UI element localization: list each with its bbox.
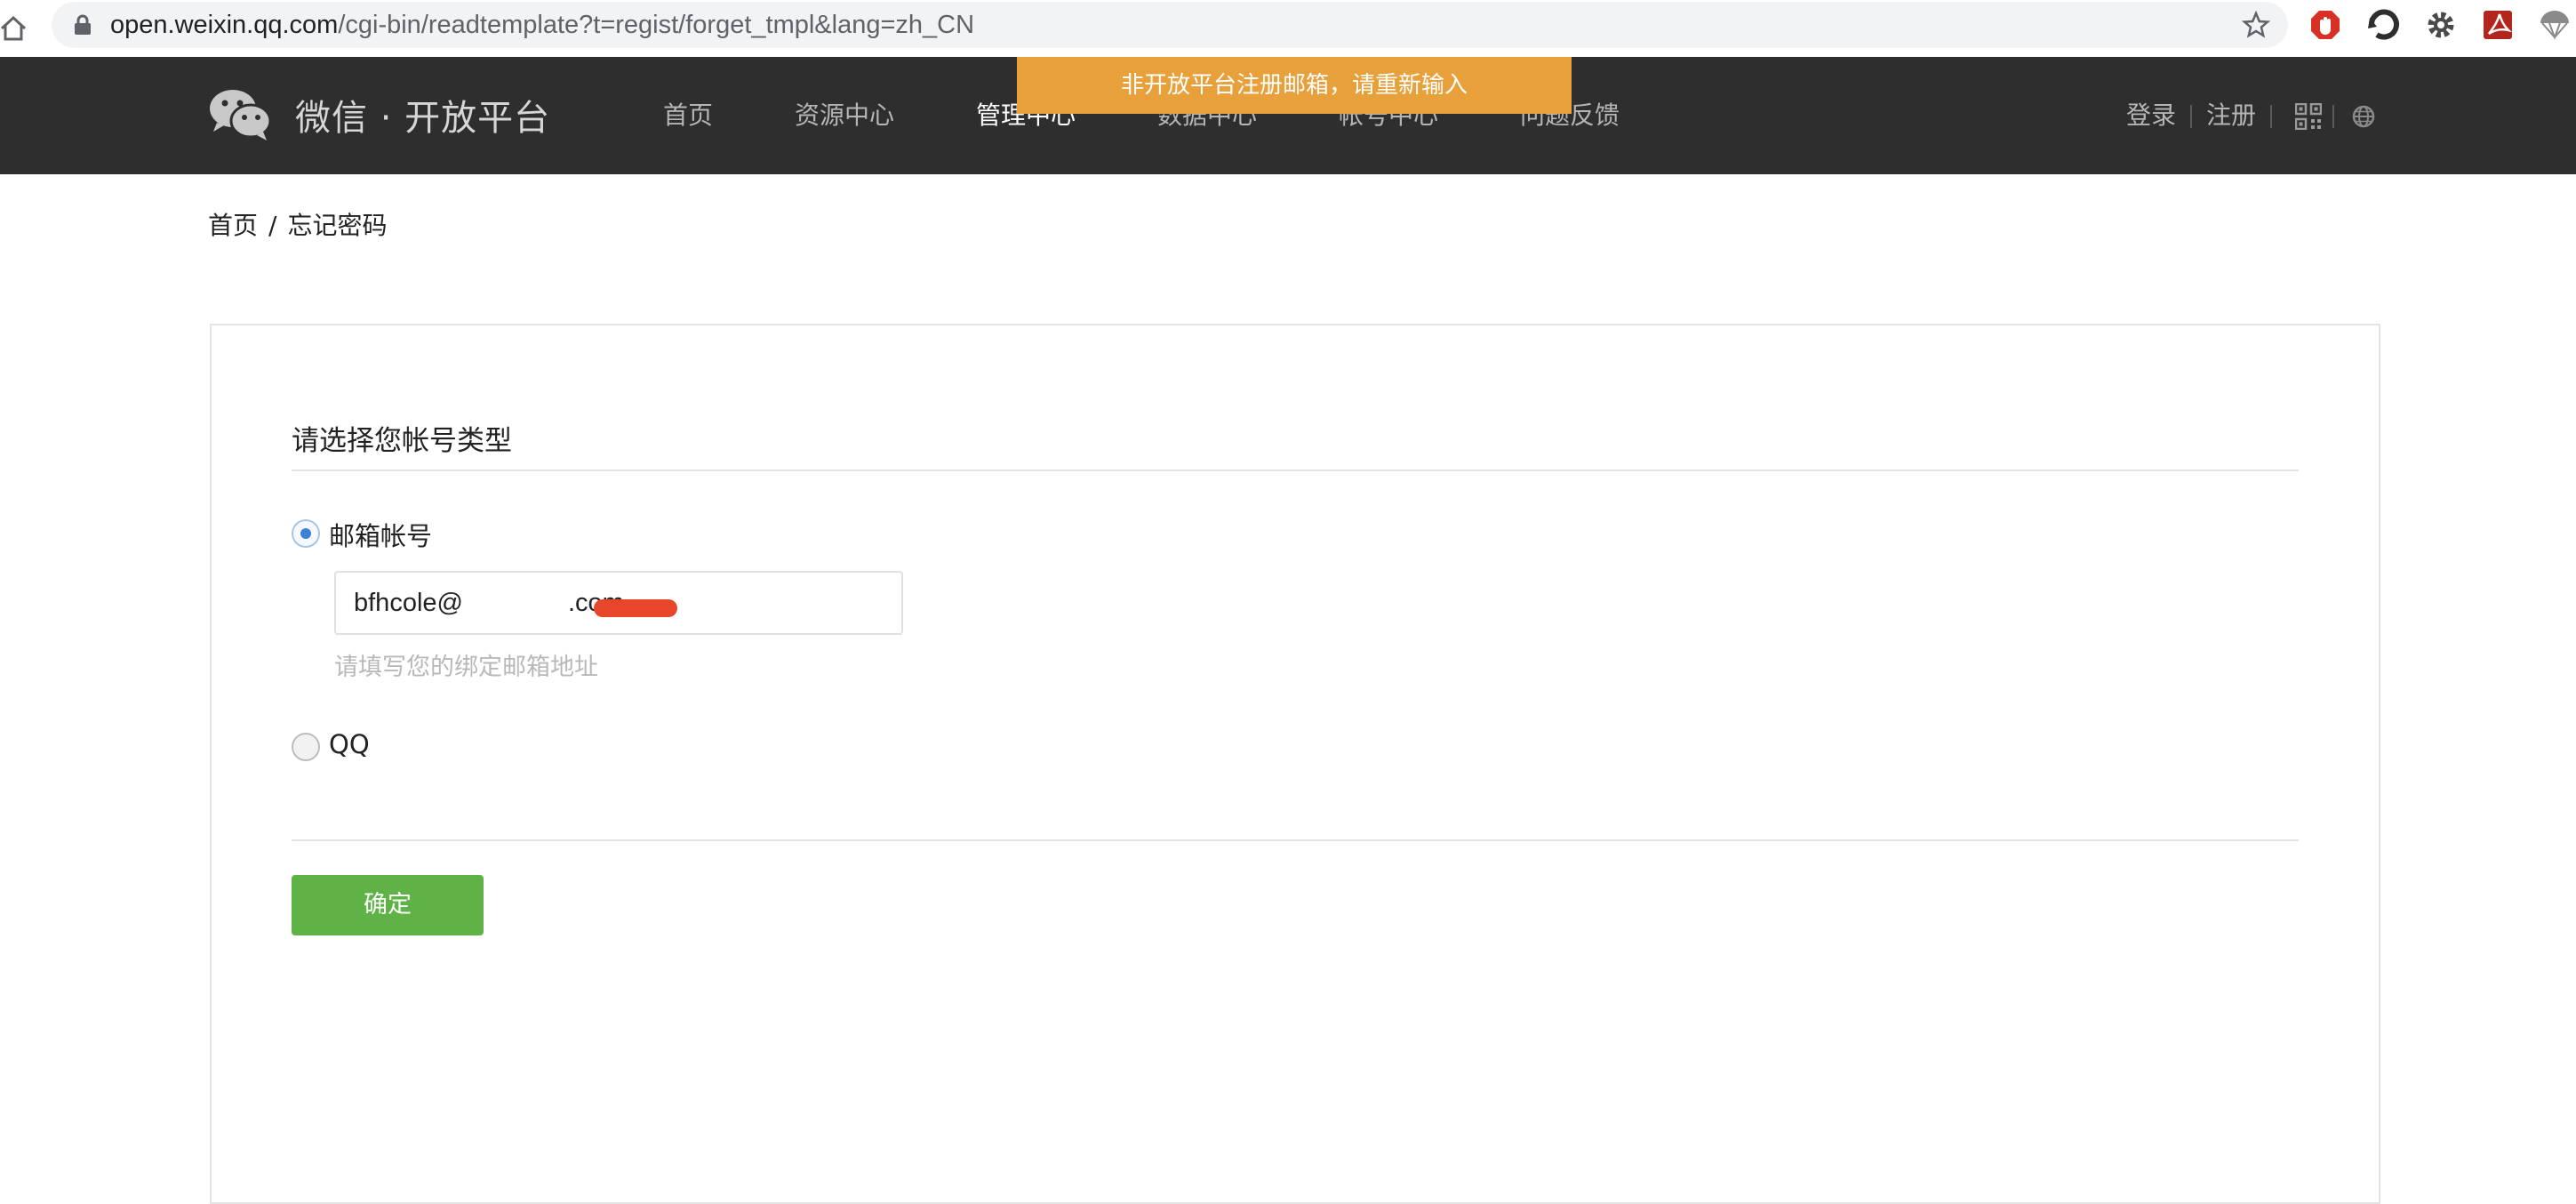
- gear-icon[interactable]: [2425, 9, 2457, 41]
- account-type-title: 请选择您帐号类型: [292, 425, 512, 457]
- site-logo[interactable]: 微信 · 开放平台: [208, 84, 550, 146]
- register-link[interactable]: 注册: [2206, 57, 2256, 174]
- nav-item-resources[interactable]: 资源中心: [795, 57, 894, 174]
- breadcrumb-current: 忘记密码: [287, 211, 388, 240]
- nav-divider: [2190, 105, 2192, 128]
- url-host: open.weixin.qq.com: [110, 11, 339, 39]
- qrcode-icon[interactable]: [2295, 103, 2322, 130]
- radio-email-account[interactable]: [292, 519, 320, 548]
- browser-toolbar: open.weixin.qq.com/cgi-bin/readtemplate?…: [0, 0, 2576, 57]
- globe-icon[interactable]: [2352, 105, 2375, 128]
- undo-icon[interactable]: [2368, 9, 2400, 41]
- forgot-password-card: 请选择您帐号类型 邮箱帐号 bfhcole@.com 请填写您的绑定邮箱地址 Q…: [210, 324, 2380, 1204]
- redaction-mark: [594, 599, 677, 617]
- radio-qq-label[interactable]: QQ: [329, 729, 370, 759]
- login-link[interactable]: 登录: [2126, 57, 2176, 174]
- email-hint: 请填写您的绑定邮箱地址: [334, 654, 598, 681]
- breadcrumb-home[interactable]: 首页: [208, 211, 258, 240]
- nav-divider: [2332, 105, 2334, 128]
- confirm-button[interactable]: 确定: [292, 875, 484, 935]
- breadcrumb-separator: /: [268, 211, 277, 240]
- radio-qq-account[interactable]: [292, 733, 320, 761]
- star-icon[interactable]: [2242, 11, 2270, 39]
- parachute-icon[interactable]: [2539, 9, 2571, 41]
- divider: [292, 470, 2299, 471]
- url-text[interactable]: open.weixin.qq.com/cgi-bin/readtemplate?…: [110, 2, 974, 48]
- email-input[interactable]: bfhcole@.com: [334, 571, 903, 635]
- url-path: /cgi-bin/readtemplate?t=regist/forget_tm…: [338, 11, 975, 39]
- nav-divider: [2270, 105, 2272, 128]
- logo-text: 微信 · 开放平台: [295, 98, 551, 139]
- error-toast: 非开放平台注册邮箱，请重新输入: [1017, 57, 1572, 114]
- radio-email-label[interactable]: 邮箱帐号: [329, 516, 432, 553]
- lock-icon[interactable]: [73, 14, 92, 36]
- address-bar[interactable]: open.weixin.qq.com/cgi-bin/readtemplate?…: [52, 2, 2288, 48]
- wechat-logo-icon: [210, 90, 272, 140]
- adblock-icon[interactable]: [2309, 9, 2341, 41]
- breadcrumb: 首页 / 忘记密码: [208, 206, 397, 242]
- divider: [292, 839, 2299, 841]
- home-icon[interactable]: [0, 11, 27, 46]
- nav-item-home[interactable]: 首页: [663, 57, 713, 174]
- pdf-icon[interactable]: [2482, 9, 2514, 41]
- email-value-prefix: bfhcole@: [354, 589, 463, 617]
